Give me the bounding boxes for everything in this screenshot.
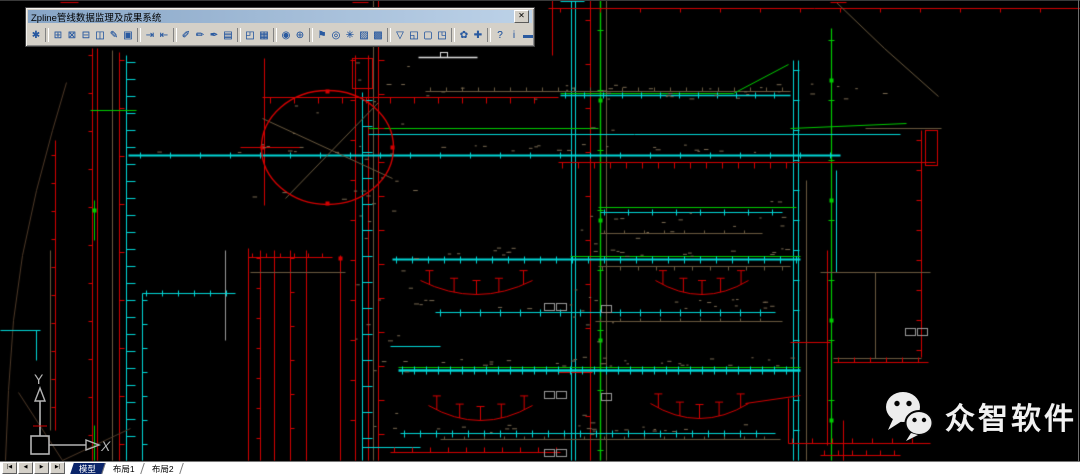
zpline-toolbar-window: Zpline管线数据监理及成果系统 ✕ ✱ ⊞⊠⊟◫✎▣ ⇥⇤ ✐✏✒▤ ◰▦ ◉⊕ ⚑◎✳…	[25, 7, 535, 47]
ucs-origin-box	[31, 436, 49, 454]
batch-check-icon[interactable]: ◉	[279, 27, 293, 43]
wechat-logo-icon	[884, 390, 936, 442]
attribute-table-icon[interactable]: ▦	[257, 27, 271, 43]
export-data-icon[interactable]: ⇤	[157, 27, 171, 43]
tab-layout2[interactable]: 布局2	[143, 463, 183, 474]
grid-display-icon[interactable]: ▩	[371, 27, 385, 43]
toolbar-title: Zpline管线数据监理及成果系统	[31, 10, 514, 24]
toolbar-separator	[137, 28, 141, 42]
watermark-text: 众智软件	[945, 394, 1077, 438]
ucs-y-arrowhead	[35, 388, 45, 401]
annotate-pipe-icon[interactable]: ✒	[207, 27, 221, 43]
toolbar-separator	[451, 28, 455, 42]
import-data-icon[interactable]: ⇥	[143, 27, 157, 43]
selection-box-icon[interactable]: ▢	[421, 27, 435, 43]
layout-tab-bar: |◀◀▶▶| 模型布局1布局2	[0, 461, 1080, 474]
surveyor-query-icon[interactable]: ◫	[93, 27, 107, 43]
tab-model[interactable]: 模型	[70, 463, 106, 474]
toolbar-separator	[173, 28, 177, 42]
prev-tab-button[interactable]: ◀	[18, 462, 33, 474]
layout-tabs: 模型布局1布局2	[70, 463, 181, 474]
layer-filter-icon[interactable]: ▽	[393, 27, 407, 43]
tool-settings-icon[interactable]: ✿	[457, 27, 471, 43]
tab-layout1[interactable]: 布局1	[104, 463, 144, 474]
add-pipeline-record-icon[interactable]: ⊞	[51, 27, 65, 43]
toolbar-separator	[487, 28, 491, 42]
explode-check-icon[interactable]: ✳	[343, 27, 357, 43]
watermark: 众智软件	[884, 390, 1077, 442]
locate-target-icon[interactable]: ⊕	[293, 27, 307, 43]
toolbar-separator	[309, 28, 313, 42]
toolbar-icon-row: ✱ ⊞⊠⊟◫✎▣ ⇥⇤ ✐✏✒▤ ◰▦ ◉⊕ ⚑◎✳▨▩ ▽◱▢◳ ✿✚?i▬	[26, 24, 534, 46]
draw-pipeline-icon[interactable]: ✐	[179, 27, 193, 43]
view-image-icon[interactable]: ▣	[121, 27, 135, 43]
toolbar-separator	[237, 28, 241, 42]
update-pipeline-record-icon[interactable]: ⊠	[65, 27, 79, 43]
ucs-x-arrowhead	[86, 440, 99, 450]
system-settings-icon[interactable]: ✱	[29, 27, 43, 43]
next-tab-button[interactable]: ▶	[34, 462, 49, 474]
toolbar-separator	[273, 28, 277, 42]
ucs-icon: Y X	[4, 368, 116, 462]
help-icon[interactable]: ?	[493, 27, 507, 43]
toolbar-titlebar[interactable]: Zpline管线数据监理及成果系统 ✕	[28, 10, 532, 23]
attach-file-icon[interactable]: ✚	[471, 27, 485, 43]
mini-toolbar-icon[interactable]: ▬	[521, 27, 535, 43]
window-view-icon[interactable]: ◱	[407, 27, 421, 43]
toolbar-separator	[45, 28, 49, 42]
first-tab-button[interactable]: |◀	[2, 462, 17, 474]
flag-annotation-icon[interactable]: ⚑	[315, 27, 329, 43]
edit-pipe-point-icon[interactable]: ✏	[193, 27, 207, 43]
ucs-y-label: Y	[34, 371, 44, 387]
about-info-icon[interactable]: i	[507, 27, 521, 43]
block-check-icon[interactable]: ▨	[357, 27, 371, 43]
tab-nav-buttons: |◀◀▶▶|	[2, 462, 66, 474]
last-tab-button[interactable]: ▶|	[50, 462, 65, 474]
edit-record-icon[interactable]: ✎	[107, 27, 121, 43]
edit-attributes-icon[interactable]: ▤	[221, 27, 235, 43]
toolbar-separator	[387, 28, 391, 42]
close-icon[interactable]: ✕	[514, 10, 529, 23]
window-right-border	[1078, 0, 1079, 462]
window-top-border	[0, 0, 1080, 1]
revert-pipeline-record-icon[interactable]: ⊟	[79, 27, 93, 43]
select-region-icon[interactable]: ◰	[243, 27, 257, 43]
copy-objects-icon[interactable]: ◳	[435, 27, 449, 43]
ucs-x-label: X	[100, 438, 111, 454]
app-window: { "window": { "title": "Zpline管线数据监理及成果系…	[0, 0, 1080, 474]
inspect-search-icon[interactable]: ◎	[329, 27, 343, 43]
